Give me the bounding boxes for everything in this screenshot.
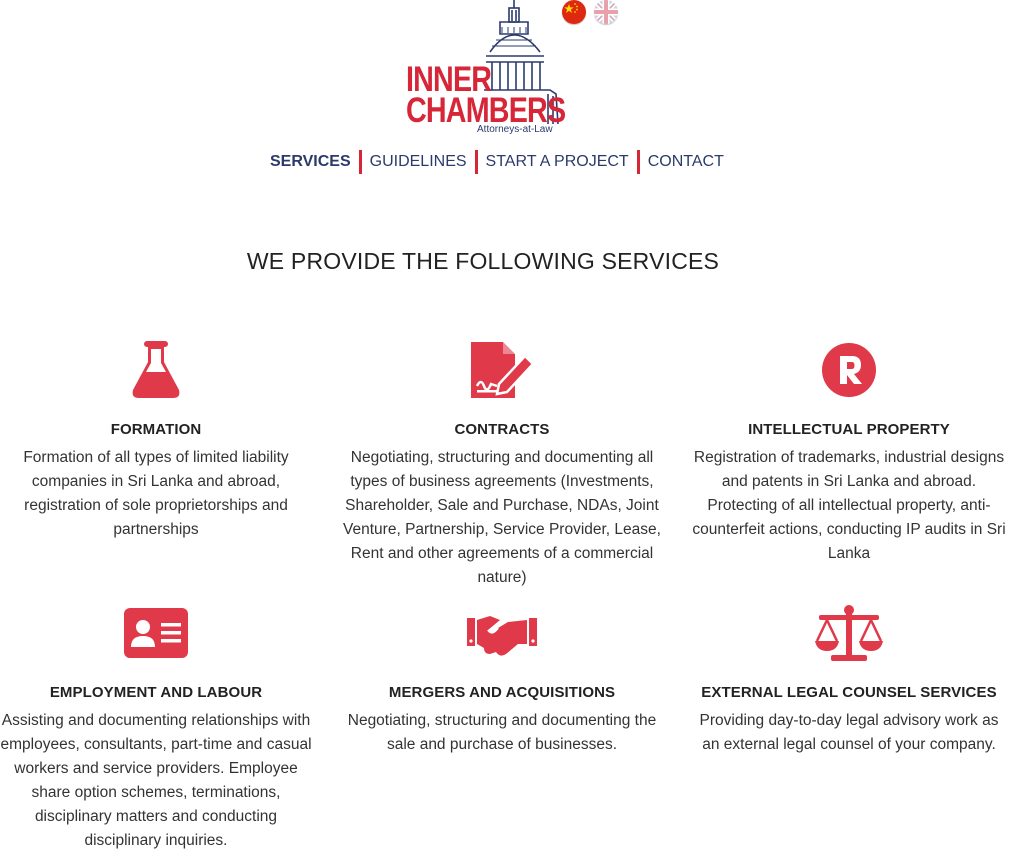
service-title: EXTERNAL LEGAL COUNSEL SERVICES (701, 684, 997, 701)
nav-start-a-project[interactable]: START A PROJECT (478, 150, 637, 174)
service-description: Negotiating, structuring and documenting… (347, 712, 657, 753)
service-card-formation: FORMATION Formation of all types of limi… (0, 339, 316, 542)
service-description: Negotiating, structuring and documenting… (343, 449, 661, 586)
service-description: Formation of all types of limited liabil… (23, 449, 289, 538)
main-nav: SERVICES GUIDELINES START A PROJECT CONT… (262, 150, 732, 174)
nav-guidelines[interactable]: GUIDELINES (362, 150, 475, 174)
service-title: CONTRACTS (454, 421, 550, 438)
scales-icon (689, 602, 1009, 664)
handshake-icon (342, 602, 662, 664)
service-card-employment-and-labour: EMPLOYMENT AND LABOUR Assisting and docu… (0, 602, 316, 853)
service-card-intellectual-property: INTELLECTUAL PROPERTY Registration of tr… (689, 339, 1009, 566)
service-description: Providing day-to-day legal advisory work… (699, 712, 999, 753)
service-card-external-legal-counsel: EXTERNAL LEGAL COUNSEL SERVICES Providin… (689, 602, 1009, 757)
inner-chambers-logo[interactable]: INNER CHAMBERS Attorneys-at-Law (400, 0, 566, 138)
service-card-mergers-and-acquisitions: MERGERS AND ACQUISITIONS Negotiating, st… (342, 602, 662, 757)
china-flag-icon[interactable] (562, 0, 586, 24)
registered-trademark-icon (689, 339, 1009, 401)
logo-subtitle: Attorneys-at-Law (477, 124, 553, 135)
uk-flag-icon[interactable] (594, 0, 618, 24)
services-heading: WE PROVIDE THE FOLLOWING SERVICES (246, 248, 720, 274)
nav-services[interactable]: SERVICES (262, 150, 359, 174)
china-flag-star-icon (564, 3, 578, 13)
service-title: MERGERS AND ACQUISITIONS (388, 684, 616, 701)
service-title: FORMATION (110, 421, 202, 438)
union-jack-icon (594, 0, 618, 24)
nav-contact[interactable]: CONTACT (640, 150, 732, 174)
contract-sign-icon (342, 339, 662, 401)
service-description: Assisting and documenting relationships … (0, 712, 312, 849)
service-description: Registration of trademarks, industrial d… (692, 449, 1006, 562)
id-card-icon (0, 602, 316, 664)
service-card-contracts: CONTRACTS Negotiating, structuring and d… (342, 339, 662, 590)
flask-icon (0, 339, 316, 401)
service-title: EMPLOYMENT AND LABOUR (49, 684, 263, 701)
service-title: INTELLECTUAL PROPERTY (748, 421, 950, 438)
logo-line-chambers: CHAMBERS (406, 91, 566, 130)
